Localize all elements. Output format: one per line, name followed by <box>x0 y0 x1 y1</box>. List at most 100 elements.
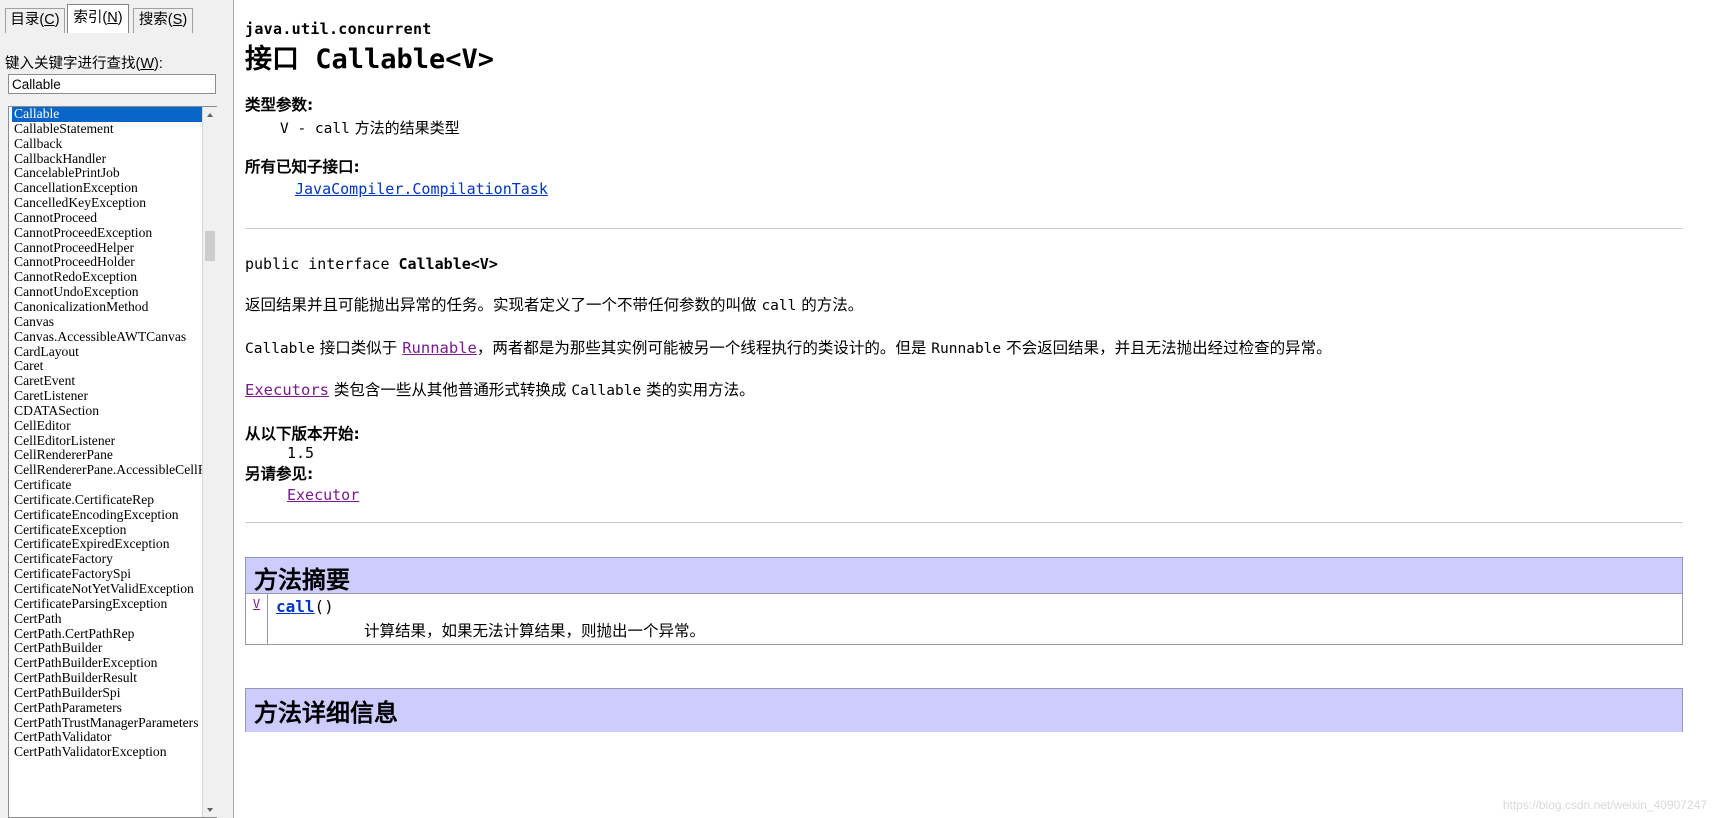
watermark: https://blog.csdn.net/weixin_40907247 <box>1502 798 1707 812</box>
list-item[interactable]: CDATASection <box>12 404 203 419</box>
list-item[interactable]: Certificate.CertificateRep <box>12 493 203 508</box>
list-item[interactable]: Canvas <box>12 315 203 330</box>
list-item[interactable]: CertPathBuilderResult <box>12 671 203 686</box>
declaration-modifiers: public interface <box>245 255 399 273</box>
list-item[interactable]: CancelablePrintJob <box>12 166 203 181</box>
p1-text-a: 返回结果并且可能抛出异常的任务。实现者定义了一个不带任何参数的叫做 <box>245 296 762 314</box>
index-list-scrollbar[interactable] <box>202 107 217 817</box>
navigation-tabstrip: 目录(C) 索引(N) 搜索(S) <box>0 0 225 33</box>
list-item[interactable]: CaretEvent <box>12 374 203 389</box>
link-javacompiler-compilationtask[interactable]: JavaCompiler.CompilationTask <box>295 180 548 198</box>
tab-search[interactable]: 搜索(S) <box>133 8 193 33</box>
scrollbar-thumb[interactable] <box>205 231 215 261</box>
scroll-up-button[interactable] <box>203 107 217 122</box>
pane-splitter[interactable] <box>225 0 233 818</box>
list-item[interactable]: CellEditorListener <box>12 434 203 449</box>
interface-declaration: public interface Callable<V> <box>245 255 498 273</box>
link-method-call[interactable]: call <box>276 597 315 616</box>
p2-text-d: 不会返回结果，并且无法抛出经过检查的异常。 <box>1001 339 1332 357</box>
list-item[interactable]: CertPathTrustManagerParameters <box>12 716 203 731</box>
list-item[interactable]: Certificate <box>12 478 203 493</box>
link-executor[interactable]: Executor <box>287 486 359 504</box>
method-return-type-cell: V <box>246 594 268 644</box>
list-item[interactable]: CallableStatement <box>12 122 203 137</box>
list-item[interactable]: CertPathValidatorException <box>12 745 203 760</box>
chevron-up-icon <box>207 112 213 117</box>
index-list[interactable]: Callable CallableStatement Callback Callbac… <box>9 107 203 817</box>
package-name: java.util.concurrent <box>245 20 432 38</box>
list-item[interactable]: CertificateFactorySpi <box>12 567 203 582</box>
link-runnable[interactable]: Runnable <box>402 339 477 357</box>
chevron-down-icon <box>207 807 213 812</box>
p1-code: call <box>761 298 797 314</box>
list-item[interactable]: CallbackHandler <box>12 152 203 167</box>
p2-code-runnable: Runnable <box>931 341 1002 357</box>
list-item[interactable]: CannotProceed <box>12 211 203 226</box>
list-item[interactable]: CertificateNotYetValidException <box>12 582 203 597</box>
list-item[interactable]: Caret <box>12 359 203 374</box>
index-listbox[interactable]: Callable CallableStatement Callback Callbac… <box>8 106 217 818</box>
type-parameter-mono: V - call <box>280 121 350 137</box>
known-subinterfaces-label: 所有已知子接口: <box>245 158 360 176</box>
p3-text-a: 类包含一些从其他普通形式转换成 <box>329 381 572 399</box>
help-viewer-window: 目录(C) 索引(N) 搜索(S) 键入关键字进行查找(W): Callable… <box>0 0 1713 818</box>
method-summary-heading-text: 方法摘要 <box>254 566 350 594</box>
method-summary-table: 方法摘要 V call() 计算结果，如果无法计算结果，则抛出一个异常。 <box>245 557 1683 645</box>
method-summary-heading: 方法摘要 <box>246 558 1682 594</box>
list-item[interactable]: CertPathBuilderSpi <box>12 686 203 701</box>
page-title: 接口 Callable<V> <box>245 44 495 75</box>
tab-contents[interactable]: 目录(C) <box>5 8 65 33</box>
list-item[interactable]: CaretListener <box>12 389 203 404</box>
see-also-label: 另请参见: <box>245 465 314 483</box>
list-item[interactable]: CertPathBuilderException <box>12 656 203 671</box>
keyword-search-input[interactable] <box>8 74 216 94</box>
list-item[interactable]: CertificateFactory <box>12 552 203 567</box>
tab-index[interactable]: 索引(N) <box>67 4 129 33</box>
description-paragraph-2: Callable 接口类似于 Runnable，两者都是为那些其实例可能被另一个… <box>245 338 1332 359</box>
list-item[interactable]: CellEditor <box>12 419 203 434</box>
list-item[interactable]: CertPathBuilder <box>12 641 203 656</box>
list-item[interactable]: CardLayout <box>12 345 203 360</box>
divider-bottom <box>245 522 1683 523</box>
list-item[interactable]: CertPathValidator <box>12 730 203 745</box>
since-value: 1.5 <box>287 444 315 462</box>
divider-top <box>245 228 1683 229</box>
description-paragraph-1: 返回结果并且可能抛出异常的任务。实现者定义了一个不带任何参数的叫做 call 的… <box>245 295 863 316</box>
link-executors[interactable]: Executors <box>245 381 329 399</box>
list-item[interactable]: CannotUndoException <box>12 285 203 300</box>
list-item[interactable]: CannotRedoException <box>12 270 203 285</box>
since-label: 从以下版本开始: <box>245 425 360 443</box>
list-item[interactable]: CertPath.CertPathRep <box>12 627 203 642</box>
list-item[interactable]: CertificateParsingException <box>12 597 203 612</box>
method-signature-suffix: () <box>314 597 334 616</box>
help-navigation-pane: 目录(C) 索引(N) 搜索(S) 键入关键字进行查找(W): Callable… <box>0 0 225 818</box>
list-item[interactable]: CertificateEncodingException <box>12 508 203 523</box>
method-detail-heading: 方法详细信息 <box>245 688 1683 732</box>
list-item[interactable]: Canvas.AccessibleAWTCanvas <box>12 330 203 345</box>
javadoc-content-pane: java.util.concurrent 接口 Callable<V> 类型参数… <box>233 0 1713 818</box>
list-item[interactable]: Callback <box>12 137 203 152</box>
list-item[interactable]: CertPath <box>12 612 203 627</box>
list-item[interactable]: CellRendererPane <box>12 448 203 463</box>
list-item[interactable]: CellRendererPane.AccessibleCellRe <box>12 463 203 478</box>
list-item[interactable]: CancellationException <box>12 181 203 196</box>
p2-text-c: ，两者都是为那些其实例可能被另一个线程执行的类设计的。但是 <box>476 339 932 357</box>
list-item[interactable]: Callable <box>12 107 203 122</box>
list-item[interactable]: CancelledKeyException <box>12 196 203 211</box>
list-item[interactable]: CertificateException <box>12 523 203 538</box>
method-detail-heading-text: 方法详细信息 <box>254 699 398 727</box>
type-parameter-entry: V - call 方法的结果类型 <box>280 117 460 138</box>
scroll-down-button[interactable] <box>203 802 217 817</box>
list-item[interactable]: CannotProceedException <box>12 226 203 241</box>
list-item[interactable]: CannotProceedHolder <box>12 255 203 270</box>
list-item[interactable]: CertPathParameters <box>12 701 203 716</box>
type-parameter-desc: 方法的结果类型 <box>349 119 460 137</box>
keyword-label: 键入关键字进行查找(W): <box>5 56 163 72</box>
list-item[interactable]: CanonicalizationMethod <box>12 300 203 315</box>
list-item[interactable]: CannotProceedHelper <box>12 241 203 256</box>
link-type-parameter-v[interactable]: V <box>253 597 260 611</box>
p3-code: Callable <box>571 383 642 399</box>
description-paragraph-3: Executors 类包含一些从其他普通形式转换成 Callable 类的实用方… <box>245 380 755 401</box>
list-item[interactable]: CertificateExpiredException <box>12 537 203 552</box>
p1-text-b: 的方法。 <box>796 296 864 314</box>
